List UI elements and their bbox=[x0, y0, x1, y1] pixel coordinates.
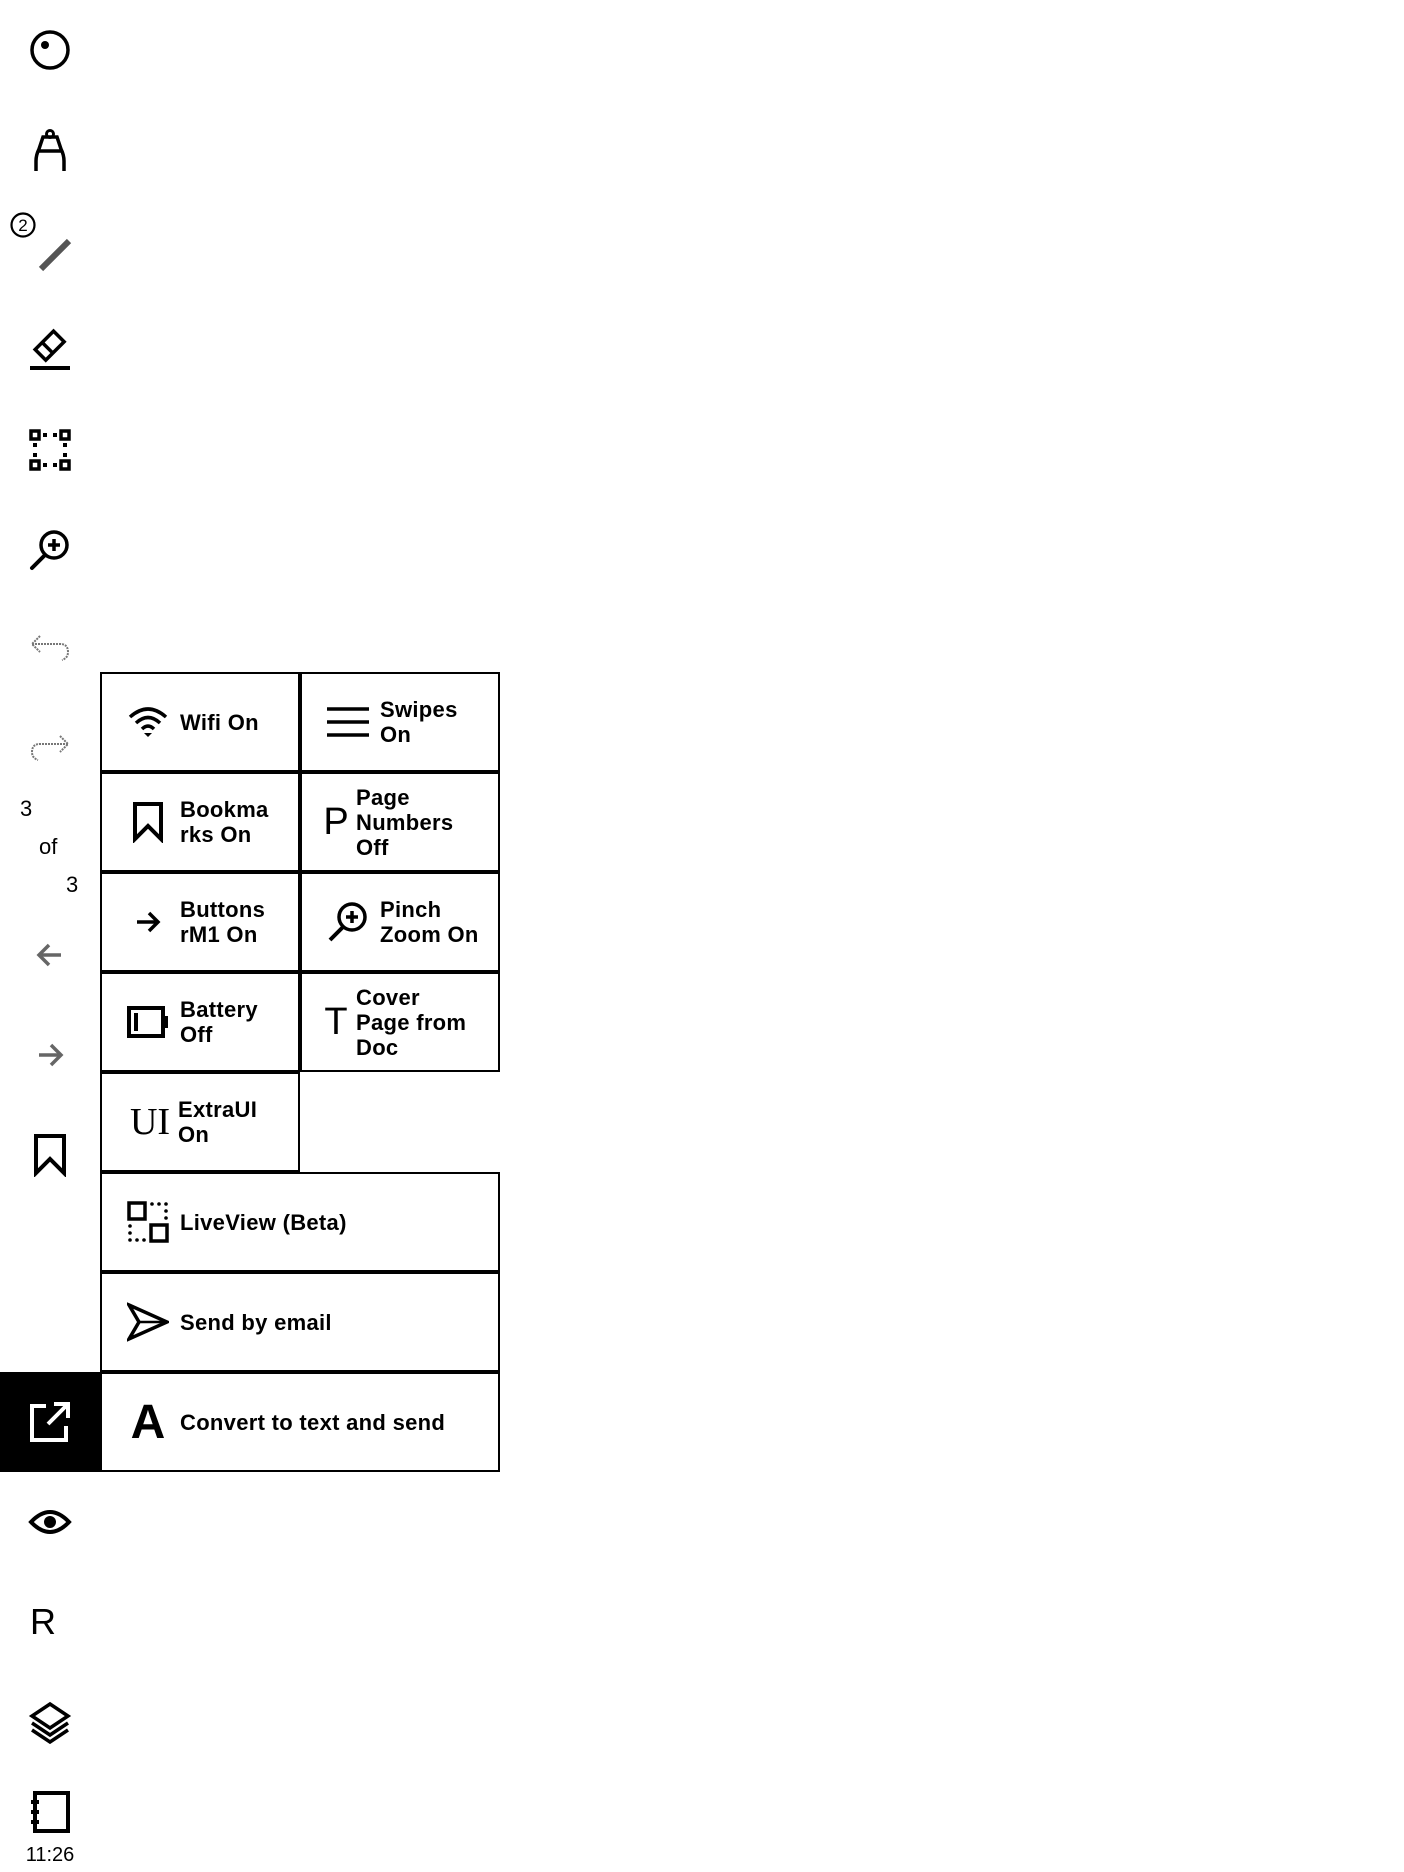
liveview-button[interactable]: LiveView (Beta) bbox=[100, 1172, 500, 1272]
toggle-wifi[interactable]: Wifi On bbox=[100, 672, 300, 772]
toggle-swipes[interactable]: Swipes On bbox=[300, 672, 500, 772]
circle-dot-icon bbox=[30, 30, 70, 70]
zoom-tool-button[interactable] bbox=[0, 500, 100, 600]
notebook-button[interactable] bbox=[0, 1780, 100, 1844]
pen-nib-icon bbox=[34, 129, 66, 171]
svg-text:2: 2 bbox=[18, 216, 27, 235]
letter-a-icon: A bbox=[130, 1395, 166, 1449]
selection-icon bbox=[29, 429, 71, 471]
toggle-swipes-label: Swipes On bbox=[380, 697, 458, 747]
toggle-cover-page-label: Cover Page from Doc bbox=[356, 984, 467, 1060]
eraser-icon bbox=[30, 328, 70, 370]
toggle-buttons-rm1-label: Buttons rM1 On bbox=[180, 897, 266, 947]
selection-tool-button[interactable] bbox=[0, 400, 100, 500]
toggle-bookmarks[interactable]: Bookmarks On bbox=[100, 772, 300, 872]
zoom-in-icon bbox=[30, 530, 69, 570]
letter-r-icon: R bbox=[30, 1601, 56, 1642]
send-by-email-label: Send by email bbox=[180, 1309, 332, 1335]
toggle-buttons-rm1[interactable]: Buttons rM1 On bbox=[100, 872, 300, 972]
toggle-cover-page[interactable]: T Cover Page from Doc bbox=[300, 972, 500, 1072]
eye-icon bbox=[28, 1510, 72, 1534]
pen-size-badge: 2 bbox=[10, 212, 36, 238]
arrow-right-icon bbox=[116, 909, 180, 935]
left-toolbar: 2 3 of 3 R 11:26 bbox=[0, 0, 100, 1872]
share-button[interactable] bbox=[0, 1372, 100, 1472]
pencil-stroke-icon bbox=[38, 238, 72, 272]
letter-p-icon: P bbox=[323, 800, 349, 843]
writing-tool-button[interactable] bbox=[0, 100, 100, 200]
arrow-right-icon bbox=[39, 1043, 64, 1067]
send-icon bbox=[116, 1301, 180, 1343]
toggle-battery-label: Battery Off bbox=[180, 997, 258, 1047]
undo-button[interactable] bbox=[0, 600, 100, 700]
page-of-label: of bbox=[39, 834, 58, 859]
page-total: 3 bbox=[66, 872, 79, 897]
toggle-pinch-zoom[interactable]: Pinch Zoom On bbox=[300, 872, 500, 972]
toggle-extra-ui[interactable]: UI ExtraUI On bbox=[100, 1072, 300, 1172]
notebook-icon bbox=[31, 1791, 70, 1833]
page-indicator: 3 of 3 bbox=[0, 788, 100, 900]
view-button[interactable] bbox=[0, 1472, 100, 1572]
toolbar-menu-button[interactable] bbox=[0, 0, 100, 100]
undo-icon bbox=[30, 635, 70, 661]
bookmark-icon bbox=[116, 801, 180, 843]
convert-to-text-label: Convert to text and send bbox=[180, 1409, 446, 1435]
bookmark-button[interactable] bbox=[0, 1105, 100, 1205]
send-by-email-button[interactable]: Send by email bbox=[100, 1272, 500, 1372]
convert-to-text-button[interactable]: A Convert to text and send bbox=[100, 1372, 500, 1472]
page-current: 3 bbox=[20, 796, 33, 821]
toggle-extra-ui-label: ExtraUI On bbox=[178, 1097, 258, 1147]
next-page-button[interactable] bbox=[0, 1005, 100, 1105]
wifi-icon bbox=[116, 705, 180, 739]
share-export-icon bbox=[30, 1402, 70, 1442]
bookmark-icon bbox=[34, 1134, 66, 1177]
toggle-page-numbers-label: Page Numbers Off bbox=[356, 784, 454, 860]
toggle-wifi-label: Wifi On bbox=[180, 709, 259, 735]
layers-icon bbox=[28, 1701, 72, 1744]
liveview-icon bbox=[116, 1201, 180, 1243]
toggle-page-numbers[interactable]: P Page Numbers Off bbox=[300, 772, 500, 872]
menu-lines-icon bbox=[316, 705, 380, 739]
zoom-in-icon bbox=[316, 901, 380, 943]
ui-text-icon: UI bbox=[129, 1101, 171, 1143]
redo-button[interactable] bbox=[0, 700, 100, 800]
toggle-pinch-zoom-label: Pinch Zoom On bbox=[380, 897, 479, 947]
reader-button[interactable]: R bbox=[0, 1572, 100, 1672]
clock: 11:26 bbox=[25, 1844, 75, 1866]
liveview-label: LiveView (Beta) bbox=[180, 1209, 347, 1235]
layers-button[interactable] bbox=[0, 1672, 100, 1772]
battery-icon bbox=[116, 1006, 180, 1038]
arrow-left-icon bbox=[36, 943, 61, 967]
letter-t-icon: T bbox=[324, 1000, 348, 1043]
toggle-bookmarks-label: Bookmarks On bbox=[180, 797, 269, 847]
toggle-battery[interactable]: Battery Off bbox=[100, 972, 300, 1072]
redo-icon bbox=[30, 735, 70, 761]
previous-page-button[interactable] bbox=[0, 905, 100, 1005]
eraser-tool-button[interactable] bbox=[0, 300, 100, 400]
